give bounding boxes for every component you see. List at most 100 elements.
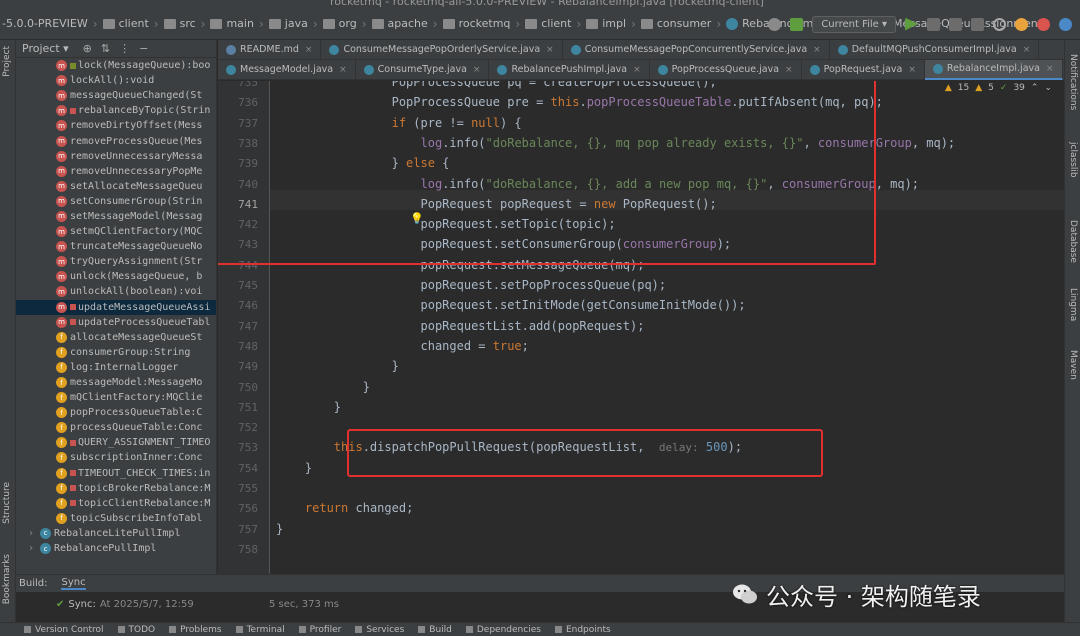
- close-icon[interactable]: ×: [473, 65, 481, 75]
- tree-item[interactable]: m setConsumerGroup(Strin: [16, 194, 216, 209]
- build-sync-tab[interactable]: Sync: [61, 577, 86, 590]
- jclasslib-tool-tab[interactable]: jclasslib: [1068, 142, 1078, 178]
- stop-icon[interactable]: [971, 17, 984, 31]
- debug-icon[interactable]: [927, 17, 940, 31]
- lingma-tool-tab[interactable]: Lingma: [1068, 288, 1078, 321]
- tree-item[interactable]: m removeUnnecessaryPopMe: [16, 164, 216, 179]
- tree-item[interactable]: m lockAll():void: [16, 73, 216, 88]
- code-line[interactable]: return changed;: [276, 501, 413, 515]
- breadcrumb-item[interactable]: consumer: [640, 17, 711, 30]
- inspection-widget[interactable]: ▲ 15 ▲ 5 ✓ 39 ⌃ ⌄: [945, 83, 1052, 93]
- editor-tab[interactable]: ConsumeMessagePopOrderlyService.java ×: [321, 39, 563, 60]
- maven-tool-tab[interactable]: Maven: [1068, 350, 1078, 380]
- tree-item[interactable]: m setMessageModel(Messag: [16, 209, 216, 224]
- bookmarks-tool-tab[interactable]: Bookmarks: [2, 554, 12, 604]
- editor-tab[interactable]: README.md ×: [218, 39, 322, 60]
- chevron-right-icon[interactable]: ›: [28, 528, 34, 539]
- plugin-icon[interactable]: [1059, 17, 1072, 31]
- tree-item[interactable]: m unlock(MessageQueue, b: [16, 269, 216, 284]
- expand-all-icon[interactable]: ⊕: [83, 42, 92, 55]
- tree-item[interactable]: › c RebalancePullImpl: [16, 541, 216, 556]
- tree-item[interactable]: f consumerGroup:String: [16, 345, 216, 360]
- tree-item[interactable]: m setmQClientFactory(MQC: [16, 224, 216, 239]
- code-line[interactable]: }: [276, 359, 399, 373]
- code-line[interactable]: }: [276, 400, 341, 414]
- breadcrumb-item[interactable]: main: [210, 17, 254, 30]
- editor-tab[interactable]: RebalancePushImpl.java ×: [489, 59, 650, 80]
- tree-item[interactable]: f popProcessQueueTable:C: [16, 405, 216, 420]
- tree-item[interactable]: m updateMessageQueueAssi: [16, 299, 216, 315]
- chevron-right-icon[interactable]: ›: [28, 543, 34, 554]
- breadcrumb-item[interactable]: apache: [371, 17, 428, 30]
- project-tool-tab[interactable]: Project: [2, 46, 12, 77]
- structure-tool-tab[interactable]: Structure: [2, 482, 12, 524]
- ai-assistant-icon[interactable]: [1037, 17, 1050, 31]
- editor-tab[interactable]: ConsumeType.java ×: [356, 59, 490, 80]
- hammer-icon[interactable]: [790, 17, 804, 31]
- code-line[interactable]: popRequestList.add(popRequest);: [276, 319, 644, 333]
- notifications-tool-tab[interactable]: Notifications: [1068, 54, 1078, 110]
- tree-item[interactable]: m unlockAll(boolean):voi: [16, 284, 216, 299]
- tree-item[interactable]: f processQueueTable:Conc: [16, 420, 216, 435]
- chevron-down-icon[interactable]: ⌄: [1044, 83, 1052, 93]
- breadcrumb-item[interactable]: rocketmq: [442, 17, 510, 30]
- editor-tab[interactable]: RebalanceImpl.java ×: [924, 59, 1063, 80]
- tree-item[interactable]: m removeProcessQueue(Mes: [16, 133, 216, 148]
- user-icon[interactable]: [768, 17, 782, 31]
- status-tool-tab[interactable]: Problems: [169, 625, 222, 635]
- tree-item[interactable]: m setAllocateMessageQueu: [16, 179, 216, 194]
- editor-tab[interactable]: DefaultMQPushConsumerImpl.java ×: [830, 39, 1040, 60]
- status-tool-tab[interactable]: Services: [355, 625, 404, 635]
- editor-tab[interactable]: PopProcessQueue.java ×: [650, 59, 802, 80]
- code-line[interactable]: }: [276, 461, 312, 475]
- close-icon[interactable]: ×: [1046, 64, 1054, 74]
- tree-item[interactable]: f TIMEOUT_CHECK_TIMES:in: [16, 466, 216, 481]
- breadcrumb-item[interactable]: client: [102, 17, 149, 30]
- code-line[interactable]: changed = true;: [276, 339, 528, 353]
- close-icon[interactable]: ×: [339, 65, 347, 75]
- code-line[interactable]: }: [276, 380, 370, 394]
- database-tool-tab[interactable]: Database: [1068, 220, 1078, 263]
- breadcrumb-item[interactable]: client: [525, 17, 571, 30]
- code-line[interactable]: }: [276, 522, 283, 536]
- collapse-all-icon[interactable]: ⇅: [101, 42, 110, 55]
- close-icon[interactable]: ×: [813, 45, 821, 55]
- tree-item[interactable]: f topicClientRebalance:M: [16, 496, 216, 511]
- tree-item[interactable]: f allocateMessageQueueSt: [16, 330, 216, 345]
- project-view-select[interactable]: Project ▾: [22, 42, 69, 55]
- chevron-up-icon[interactable]: ⌃: [1031, 83, 1039, 93]
- tree-item[interactable]: f mQClientFactory:MQClie: [16, 390, 216, 405]
- tree-item[interactable]: m lock(MessageQueue):boo: [16, 58, 216, 73]
- search-icon[interactable]: [993, 17, 1006, 31]
- tree-item[interactable]: m removeUnnecessaryMessa: [16, 149, 216, 164]
- status-tool-tab[interactable]: Version Control: [24, 625, 104, 635]
- tree-item[interactable]: m updateProcessQueueTabl: [16, 315, 216, 330]
- close-icon[interactable]: ×: [1023, 45, 1031, 55]
- code-editor[interactable]: 735 736 737 738 739 740 741 742 743 744 745 746 747 7…: [218, 81, 1064, 574]
- status-tool-tab[interactable]: Terminal: [235, 625, 285, 635]
- tree-item[interactable]: m truncateMessageQueueNo: [16, 239, 216, 254]
- tree-item[interactable]: f topicSubscribeInfoTabl: [16, 511, 216, 526]
- tree-item[interactable]: f subscriptionInner:Conc: [16, 450, 216, 465]
- editor-tab[interactable]: PopRequest.java ×: [802, 59, 925, 80]
- status-tool-tab[interactable]: Dependencies: [465, 625, 541, 635]
- options-icon[interactable]: ⋮: [119, 42, 130, 55]
- tree-item[interactable]: f log:InternalLogger: [16, 360, 216, 375]
- close-icon[interactable]: ×: [546, 45, 554, 55]
- tree-item[interactable]: m tryQueryAssignment(Str: [16, 254, 216, 269]
- tree-item[interactable]: › c RebalanceLitePullImpl: [16, 526, 216, 541]
- update-icon[interactable]: [1015, 17, 1028, 31]
- tree-item[interactable]: m messageQueueChanged(St: [16, 88, 216, 103]
- tree-item[interactable]: m rebalanceByTopic(Strin: [16, 103, 216, 118]
- run-icon[interactable]: [905, 17, 918, 31]
- code-line[interactable]: popRequest.setInitMode(getConsumeInitMod…: [276, 298, 745, 312]
- tree-item[interactable]: f topicBrokerRebalance:M: [16, 481, 216, 496]
- breadcrumb-item[interactable]: org: [322, 17, 357, 30]
- breadcrumb-item[interactable]: impl: [586, 17, 626, 30]
- hide-icon[interactable]: −: [139, 42, 148, 55]
- code-line[interactable]: popRequest.setPopProcessQueue(pq);: [276, 278, 666, 292]
- close-icon[interactable]: ×: [785, 65, 793, 75]
- tree-item[interactable]: f QUERY_ASSIGNMENT_TIMEO: [16, 435, 216, 450]
- editor-tab[interactable]: ConsumeMessagePopConcurrentlyService.jav…: [563, 39, 830, 60]
- status-tool-tab[interactable]: Build: [418, 625, 452, 635]
